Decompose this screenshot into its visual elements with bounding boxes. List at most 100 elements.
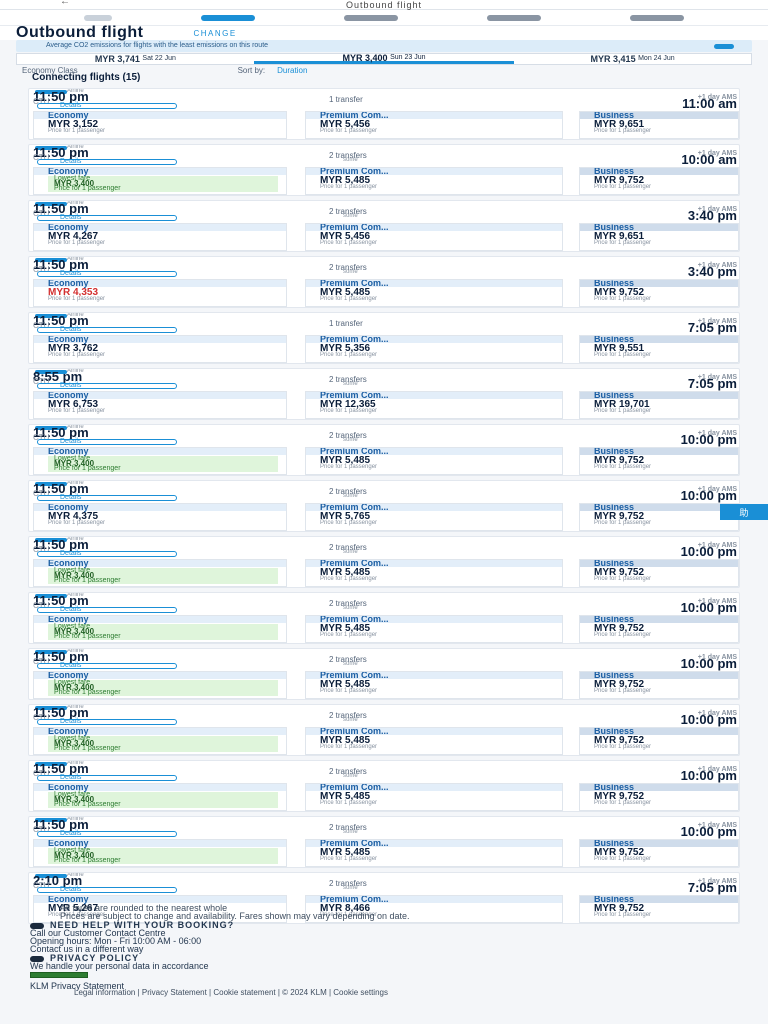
flight-card[interactable]: Airline 11:50 pm CTU Details 2 transfers… <box>28 480 740 532</box>
business-fare[interactable]: Business MYR 9,752 Price for 1 passenger <box>579 559 739 587</box>
premium-fare[interactable]: Premium Com... MYR 5,456 Price for 1 pas… <box>305 111 563 139</box>
premium-fare[interactable]: Premium Com... MYR 5,485 Price for 1 pas… <box>305 447 563 475</box>
business-fare[interactable]: Business MYR 9,752 Price for 1 passenger <box>579 447 739 475</box>
cabin-label: Business <box>580 112 738 120</box>
premium-fare[interactable]: Premium Com... MYR 5,485 Price for 1 pas… <box>305 783 563 811</box>
economy-fare[interactable]: Economy Lowest fare MYR 3,400 Price for … <box>33 671 287 699</box>
co2-text: Average CO2 emissions for flights with t… <box>46 42 269 49</box>
economy-fare[interactable]: Economy Lowest fare MYR 3,400 Price for … <box>33 839 287 867</box>
price-note: Price for 1 passenger <box>320 240 378 246</box>
step-4[interactable] <box>486 14 541 21</box>
flight-card[interactable]: Airline 8:55 pm CTU Details 2 transfers … <box>28 368 740 420</box>
flight-card[interactable]: Airline 11:50 pm CTU Details 2 transfers… <box>28 704 740 756</box>
business-fare[interactable]: Business MYR 9,752 Price for 1 passenger <box>579 503 739 531</box>
premium-fare[interactable]: Premium Com... MYR 5,765 Price for 1 pas… <box>305 503 563 531</box>
business-fare[interactable]: Business MYR 19,701 Price for 1 passenge… <box>579 391 739 419</box>
date-option[interactable]: MYR 3,415 Mon 24 Jun <box>514 54 751 64</box>
business-fare[interactable]: Business MYR 9,752 Price for 1 passenger <box>579 727 739 755</box>
details-button[interactable]: Details <box>37 158 177 165</box>
economy-fare[interactable]: Economy Lowest fare MYR 3,400 Price for … <box>33 615 287 643</box>
info-icon[interactable] <box>714 43 734 49</box>
details-button[interactable]: Details <box>37 270 177 277</box>
details-button[interactable]: Details <box>37 774 177 781</box>
flight-card[interactable]: Airline 11:50 pm CTU Details 2 transfers… <box>28 536 740 588</box>
price-note: Price for 1 passenger <box>594 184 652 190</box>
economy-fare[interactable]: Economy MYR 4,267 Price for 1 passenger <box>33 223 287 251</box>
privacy-statement-link[interactable]: Privacy Statement <box>142 988 207 997</box>
details-button[interactable]: Details <box>37 214 177 221</box>
economy-fare[interactable]: Economy MYR 4,375 Price for 1 passenger <box>33 503 287 531</box>
economy-fare[interactable]: Economy MYR 6,753 Price for 1 passenger <box>33 391 287 419</box>
economy-fare[interactable]: Economy MYR 3,762 Price for 1 passenger <box>33 335 287 363</box>
economy-fare[interactable]: Economy Lowest fare MYR 3,400 Price for … <box>33 447 287 475</box>
sort-select[interactable]: Duration <box>277 66 307 74</box>
date-option-selected[interactable]: MYR 3,400 Sun 23 Jun <box>253 54 515 64</box>
premium-fare[interactable]: Premium Com... MYR 5,456 Price for 1 pas… <box>305 223 563 251</box>
legal-link[interactable]: Legal information <box>74 988 135 997</box>
premium-fare[interactable]: Premium Com... MYR 5,485 Price for 1 pas… <box>305 839 563 867</box>
date-option[interactable]: MYR 3,741 Sat 22 Jun <box>17 54 254 64</box>
contact-link[interactable]: Contact us in a different way <box>30 945 730 954</box>
economy-fare[interactable]: Economy MYR 3,152 Price for 1 passenger <box>33 111 287 139</box>
transfers-info: 2 transfers some <box>329 711 367 724</box>
change-button[interactable]: CHANGE <box>193 29 236 38</box>
flight-card[interactable]: Airline 11:50 pm CTU Details 2 transfers… <box>28 144 740 196</box>
copyright: © 2024 KLM <box>282 988 327 997</box>
business-fare[interactable]: Business MYR 9,752 Price for 1 passenger <box>579 167 739 195</box>
details-button[interactable]: Details <box>37 494 177 501</box>
step-5[interactable] <box>629 14 684 21</box>
flight-card[interactable]: Airline 11:50 pm CTU Details 1 transfer … <box>28 312 740 364</box>
cabin-label: Business <box>580 560 738 568</box>
economy-fare[interactable]: Economy Lowest fare MYR 3,400 Price for … <box>33 727 287 755</box>
flight-card[interactable]: Airline 11:50 pm CTU Details 2 transfers… <box>28 424 740 476</box>
business-fare[interactable]: Business MYR 9,752 Price for 1 passenger <box>579 615 739 643</box>
flight-card[interactable]: Airline 11:50 pm CTU Details 2 transfers… <box>28 200 740 252</box>
step-1[interactable] <box>84 14 113 21</box>
economy-fare[interactable]: Economy MYR 4,353 Price for 1 passenger <box>33 279 287 307</box>
business-fare[interactable]: Business MYR 9,752 Price for 1 passenger <box>579 839 739 867</box>
feedback-tab[interactable]: 助 <box>720 504 768 520</box>
business-fare[interactable]: Business MYR 9,551 Price for 1 passenger <box>579 335 739 363</box>
economy-fare[interactable]: Economy Lowest fare MYR 3,400 Price for … <box>33 559 287 587</box>
business-fare[interactable]: Business MYR 9,651 Price for 1 passenger <box>579 111 739 139</box>
business-fare[interactable]: Business MYR 9,752 Price for 1 passenger <box>579 279 739 307</box>
arrival-time: +1 day AMS 7:05 pm <box>687 374 737 391</box>
economy-fare[interactable]: Economy Lowest fare MYR 3,400 Price for … <box>33 783 287 811</box>
price-note: Price for 1 passenger <box>594 520 652 526</box>
flight-card[interactable]: Airline 11:50 pm CTU Details 2 transfers… <box>28 592 740 644</box>
flight-card[interactable]: Airline 11:50 pm CTU Details 2 transfers… <box>28 256 740 308</box>
details-button[interactable]: Details <box>37 438 177 445</box>
flight-card[interactable]: Airline 11:50 pm CTU Details 2 transfers… <box>28 760 740 812</box>
premium-fare[interactable]: Premium Com... MYR 12,365 Price for 1 pa… <box>305 391 563 419</box>
details-button[interactable]: Details <box>37 550 177 557</box>
lowest-fare-badge: Lowest fare MYR 3,400 Price for 1 passen… <box>48 679 278 696</box>
step-2[interactable] <box>201 14 256 21</box>
cookie-statement-link[interactable]: Cookie statement <box>213 988 275 997</box>
business-fare[interactable]: Business MYR 9,752 Price for 1 passenger <box>579 783 739 811</box>
premium-fare[interactable]: Premium Com... MYR 5,485 Price for 1 pas… <box>305 615 563 643</box>
details-button[interactable]: Details <box>37 886 177 893</box>
details-button[interactable]: Details <box>37 102 177 109</box>
flight-card[interactable]: Airline 11:50 pm CTU Details 2 transfers… <box>28 648 740 700</box>
details-button[interactable]: Details <box>37 326 177 333</box>
flight-card[interactable]: Airline 11:50 pm CTU Details 2 transfers… <box>28 816 740 868</box>
flight-card[interactable]: Airline 11:50 pm CTU Details 1 transfer … <box>28 88 740 140</box>
step-3[interactable] <box>343 14 398 21</box>
premium-fare[interactable]: Premium Com... MYR 5,485 Price for 1 pas… <box>305 727 563 755</box>
premium-fare[interactable]: Premium Com... MYR 5,485 Price for 1 pas… <box>305 279 563 307</box>
business-fare[interactable]: Business MYR 9,651 Price for 1 passenger <box>579 223 739 251</box>
connecting-flights-heading: Connecting flights (15) <box>32 72 141 83</box>
premium-fare[interactable]: Premium Com... MYR 5,485 Price for 1 pas… <box>305 671 563 699</box>
details-button[interactable]: Details <box>37 662 177 669</box>
details-button[interactable]: Details <box>37 382 177 389</box>
back-arrow-icon[interactable]: ← <box>60 0 70 7</box>
business-fare[interactable]: Business MYR 9,752 Price for 1 passenger <box>579 671 739 699</box>
details-button[interactable]: Details <box>37 606 177 613</box>
economy-fare[interactable]: Economy Lowest fare MYR 3,400 Price for … <box>33 167 287 195</box>
details-button[interactable]: Details <box>37 830 177 837</box>
premium-fare[interactable]: Premium Com... MYR 5,356 Price for 1 pas… <box>305 335 563 363</box>
details-button[interactable]: Details <box>37 718 177 725</box>
premium-fare[interactable]: Premium Com... MYR 5,485 Price for 1 pas… <box>305 167 563 195</box>
cookie-settings-link[interactable]: Cookie settings <box>333 988 388 997</box>
premium-fare[interactable]: Premium Com... MYR 5,485 Price for 1 pas… <box>305 559 563 587</box>
